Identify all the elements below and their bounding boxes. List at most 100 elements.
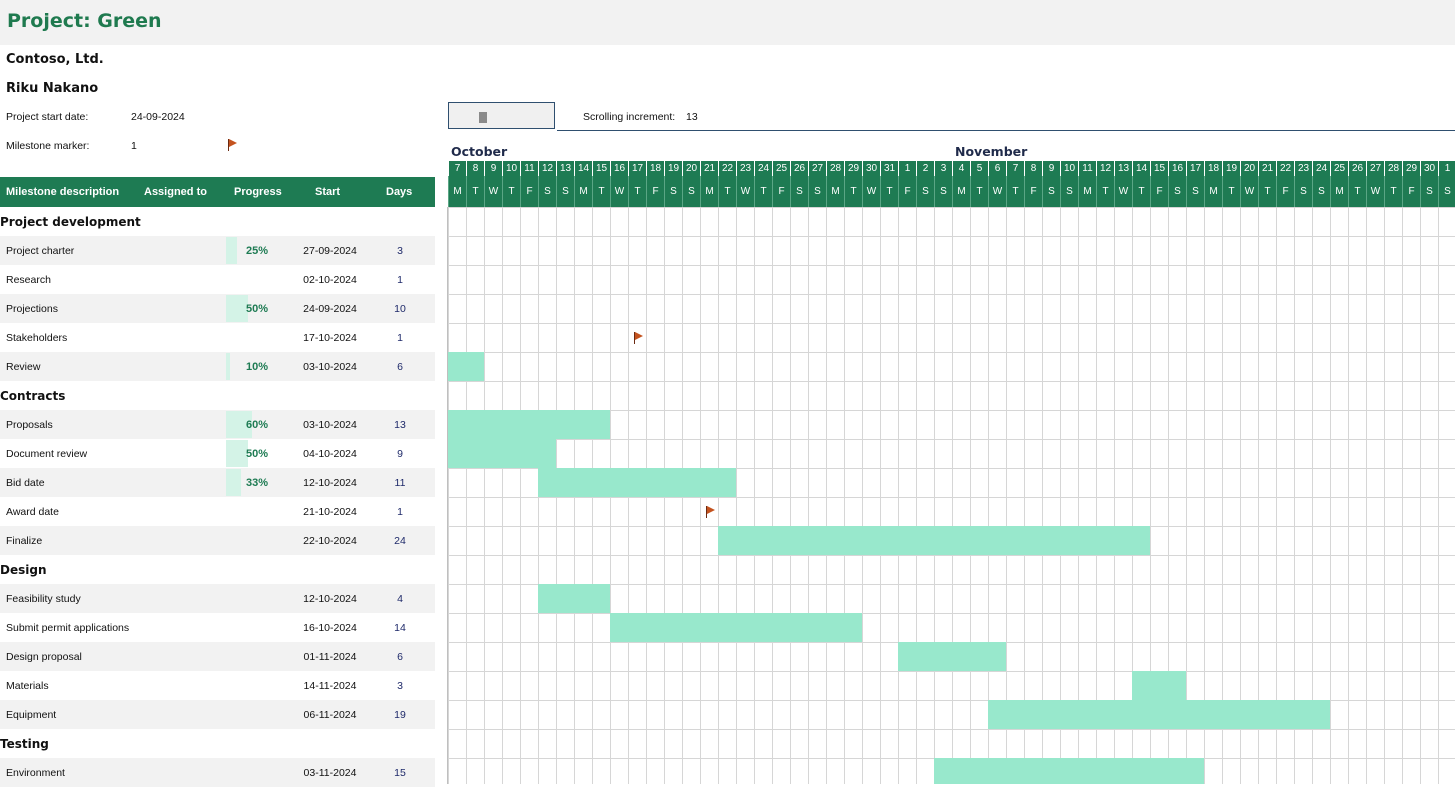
- timeline-day-number: 22: [1276, 161, 1294, 176]
- timeline-weekday: T: [754, 176, 772, 207]
- section-row[interactable]: Design: [0, 555, 435, 584]
- section-row[interactable]: Contracts: [0, 381, 435, 410]
- table-row[interactable]: Projections 50% 24-09-2024 10: [0, 294, 435, 323]
- timeline-day-number: 14: [574, 161, 592, 176]
- timeline-weekday: F: [1276, 176, 1294, 207]
- task-name: Document review: [6, 448, 88, 460]
- timeline-scrollbar[interactable]: [448, 102, 555, 129]
- table-row[interactable]: Materials 14-11-2024 3: [0, 671, 435, 700]
- table-row[interactable]: Environment 03-11-2024 15: [0, 758, 435, 787]
- section-row[interactable]: Testing: [0, 729, 435, 758]
- scrollbar-thumb[interactable]: [479, 112, 487, 123]
- task-start: 12-10-2024: [303, 593, 357, 605]
- section-row[interactable]: Project development: [0, 207, 435, 236]
- start-date-value[interactable]: 24-09-2024: [131, 111, 185, 123]
- timeline-weekday: T: [592, 176, 610, 207]
- table-row[interactable]: Proposals 60% 03-10-2024 13: [0, 410, 435, 439]
- timeline-weekday: W: [610, 176, 628, 207]
- table-row[interactable]: Bid date 33% 12-10-2024 11: [0, 468, 435, 497]
- gantt-bar[interactable]: [448, 410, 610, 439]
- task-name: Finalize: [6, 535, 43, 547]
- task-days: 1: [397, 332, 403, 344]
- table-row[interactable]: Review 10% 03-10-2024 6: [0, 352, 435, 381]
- timeline-day-number: 25: [772, 161, 790, 176]
- gantt-bar[interactable]: [1132, 671, 1186, 700]
- table-row[interactable]: Design proposal 01-11-2024 6: [0, 642, 435, 671]
- timeline-day-number: 11: [1078, 161, 1096, 176]
- timeline-weekday: F: [772, 176, 790, 207]
- timeline-day-number: 29: [844, 161, 862, 176]
- timeline-day-number: 13: [1114, 161, 1132, 176]
- progress-cell: 33%: [226, 469, 270, 496]
- table-row[interactable]: Award date 21-10-2024 1: [0, 497, 435, 526]
- task-start: 16-10-2024: [303, 622, 357, 634]
- gantt-bar[interactable]: [448, 439, 556, 468]
- gantt-bar[interactable]: [538, 584, 610, 613]
- scrolling-increment-value[interactable]: 13: [686, 111, 698, 123]
- timeline-weekday: S: [1294, 176, 1312, 207]
- gantt-bar[interactable]: [988, 700, 1330, 729]
- timeline-weekday: T: [1222, 176, 1240, 207]
- task-start: 03-10-2024: [303, 361, 357, 373]
- gantt-grid: [448, 207, 1455, 784]
- task-name: Feasibility study: [6, 593, 81, 605]
- timeline-day-number: 14: [1132, 161, 1150, 176]
- timeline-day-number: 6: [988, 161, 1006, 176]
- task-name: Materials: [6, 680, 49, 692]
- task-name: Design proposal: [6, 651, 82, 663]
- timeline-day-number: 3: [934, 161, 952, 176]
- timeline-weekday: T: [844, 176, 862, 207]
- progress-value: 50%: [245, 303, 268, 315]
- gantt-bar[interactable]: [934, 758, 1204, 784]
- table-row[interactable]: Document review 50% 04-10-2024 9: [0, 439, 435, 468]
- milestone-marker-value[interactable]: 1: [131, 140, 137, 152]
- task-name: Bid date: [6, 477, 45, 489]
- timeline-day-number: 26: [790, 161, 808, 176]
- task-start: 21-10-2024: [303, 506, 357, 518]
- timeline-day-number: 12: [1096, 161, 1114, 176]
- gantt-bar[interactable]: [718, 526, 1150, 555]
- timeline-weekday: W: [1114, 176, 1132, 207]
- timeline-day-number: 11: [520, 161, 538, 176]
- timeline-day-number: 13: [556, 161, 574, 176]
- gantt-bar[interactable]: [448, 352, 484, 381]
- table-row[interactable]: Equipment 06-11-2024 19: [0, 700, 435, 729]
- scrolling-increment-label: Scrolling increment:: [583, 111, 676, 123]
- progress-cell: 60%: [226, 411, 270, 438]
- section-title: Design: [0, 563, 47, 577]
- gantt-bar[interactable]: [538, 468, 736, 497]
- gantt-bar[interactable]: [898, 642, 1006, 671]
- table-row[interactable]: Project charter 25% 27-09-2024 3: [0, 236, 435, 265]
- timeline-weekday: F: [646, 176, 664, 207]
- table-row[interactable]: Submit permit applications 16-10-2024 14: [0, 613, 435, 642]
- timeline-day-number: 8: [1024, 161, 1042, 176]
- task-start: 04-10-2024: [303, 448, 357, 460]
- timeline-day-number: 17: [1186, 161, 1204, 176]
- task-start: 01-11-2024: [303, 651, 357, 663]
- table-row[interactable]: Finalize 22-10-2024 24: [0, 526, 435, 555]
- timeline-weekday: W: [484, 176, 502, 207]
- table-row[interactable]: Feasibility study 12-10-2024 4: [0, 584, 435, 613]
- progress-cell: 50%: [226, 295, 270, 322]
- progress-bar: [226, 237, 237, 264]
- timeline-weekday: S: [1420, 176, 1438, 207]
- task-days: 1: [397, 506, 403, 518]
- timeline-day-number: 26: [1348, 161, 1366, 176]
- milestone-marker-label: Milestone marker:: [6, 140, 90, 152]
- timeline-weekday: M: [1078, 176, 1096, 207]
- progress-value: 10%: [245, 361, 268, 373]
- timeline-weekday: S: [538, 176, 556, 207]
- timeline-day-number: 18: [646, 161, 664, 176]
- timeline-weekday: W: [1366, 176, 1384, 207]
- col-description: Milestone description: [6, 186, 120, 198]
- col-assigned: Assigned to: [144, 186, 207, 198]
- table-row[interactable]: Research 02-10-2024 1: [0, 265, 435, 294]
- timeline-day-number: 1: [898, 161, 916, 176]
- gantt-bar[interactable]: [610, 613, 862, 642]
- col-progress: Progress: [234, 186, 282, 198]
- timeline-day-number: 7: [1006, 161, 1024, 176]
- timeline-day-number: 31: [880, 161, 898, 176]
- table-row[interactable]: Stakeholders 17-10-2024 1: [0, 323, 435, 352]
- timeline-day-number: 27: [1366, 161, 1384, 176]
- task-start: 06-11-2024: [303, 709, 357, 721]
